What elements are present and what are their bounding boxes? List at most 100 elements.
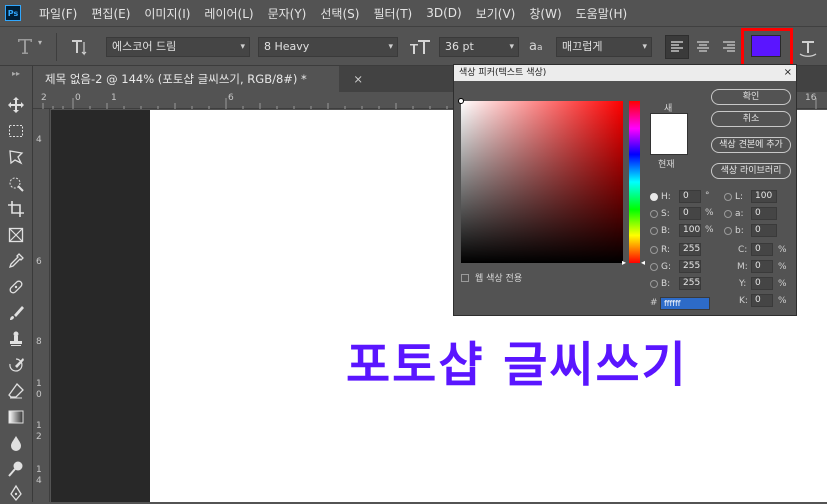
- radio-selected-icon: [650, 193, 658, 201]
- marquee-tool-icon[interactable]: [5, 120, 27, 142]
- saturation-brightness-field[interactable]: [458, 98, 623, 263]
- magenta-field[interactable]: 0: [751, 260, 773, 273]
- lasso-tool-icon[interactable]: [5, 146, 27, 168]
- align-center-icon: [697, 41, 709, 52]
- lab-l-field[interactable]: 100: [751, 190, 777, 203]
- font-style-select[interactable]: 8 Heavy ▾: [258, 37, 398, 57]
- preset-chevron-icon[interactable]: ▾: [38, 38, 42, 47]
- color-picker-title: 색상 피커(텍스트 색상): [459, 68, 547, 78]
- move-tool-icon[interactable]: [5, 94, 27, 116]
- saturation-radio[interactable]: S:: [650, 207, 670, 221]
- eyedropper-tool-icon[interactable]: [5, 250, 27, 272]
- blur-tool-icon[interactable]: [5, 432, 27, 454]
- menu-filter[interactable]: 필터(T): [373, 5, 412, 22]
- ruler-label: 0: [75, 93, 81, 103]
- hue-radio[interactable]: H:: [650, 190, 671, 204]
- checkbox-icon: [461, 273, 469, 282]
- radio-icon: [724, 227, 732, 235]
- healing-brush-tool-icon[interactable]: [5, 276, 27, 298]
- ruler-label: 2: [41, 93, 47, 103]
- red-radio[interactable]: R:: [650, 243, 670, 257]
- type-tool-preset-icon[interactable]: [14, 35, 36, 60]
- menu-3d[interactable]: 3D(D): [426, 6, 461, 20]
- align-right-button[interactable]: [718, 36, 740, 61]
- saturation-field[interactable]: 0: [679, 207, 701, 220]
- red-label: R:: [661, 245, 671, 255]
- brightness-field[interactable]: 100: [679, 224, 701, 237]
- menu-view[interactable]: 보기(V): [476, 5, 516, 22]
- panel-collapse-icon[interactable]: ▸▸: [5, 68, 27, 78]
- brush-tool-icon[interactable]: [5, 302, 27, 324]
- add-to-swatches-button[interactable]: 색상 견본에 추가: [711, 137, 791, 153]
- green-radio[interactable]: G:: [650, 260, 671, 274]
- cancel-button[interactable]: 취소: [711, 111, 791, 127]
- hue-right-arrow-icon[interactable]: ◂: [641, 258, 645, 267]
- menu-edit[interactable]: 편집(E): [91, 5, 130, 22]
- options-divider: [56, 33, 57, 61]
- warp-text-icon: [799, 41, 817, 57]
- black-field[interactable]: 0: [751, 294, 773, 307]
- lab-b-label: b:: [735, 226, 744, 236]
- hue-field[interactable]: 0: [679, 190, 701, 203]
- green-label: G:: [661, 262, 672, 272]
- color-picker-title-bar[interactable]: 색상 피커(텍스트 색상) ×: [454, 65, 796, 81]
- frame-tool-icon[interactable]: [5, 224, 27, 246]
- hex-label: #: [650, 298, 658, 308]
- yellow-field[interactable]: 0: [751, 277, 773, 290]
- ok-button[interactable]: 확인: [711, 89, 791, 105]
- hue-slider[interactable]: [629, 101, 640, 263]
- ruler-label: 4: [36, 135, 42, 145]
- warp-text-button[interactable]: [797, 37, 819, 62]
- ruler-label: 6: [228, 93, 234, 103]
- antialias-icon: aa: [529, 39, 542, 54]
- radio-icon: [650, 263, 658, 271]
- gradient-tool-icon[interactable]: [5, 406, 27, 428]
- close-icon[interactable]: ×: [353, 66, 363, 92]
- align-left-button[interactable]: [665, 35, 689, 59]
- hex-field[interactable]: ffffff: [660, 297, 710, 310]
- lab-b-field[interactable]: 0: [751, 224, 777, 237]
- align-left-icon: [671, 41, 683, 52]
- close-icon[interactable]: ×: [784, 65, 792, 81]
- menu-type[interactable]: 문자(Y): [268, 5, 307, 22]
- menu-select[interactable]: 선택(S): [320, 5, 359, 22]
- lab-a-radio[interactable]: a:: [724, 207, 744, 221]
- menu-image[interactable]: 이미지(I): [144, 5, 190, 22]
- hue-left-arrow-icon[interactable]: ▸: [622, 258, 626, 267]
- web-colors-only-checkbox[interactable]: 웹 색상 전용: [461, 271, 522, 284]
- lab-l-radio[interactable]: L:: [724, 190, 743, 204]
- current-color-label: 현재: [658, 160, 675, 170]
- cyan-field[interactable]: 0: [751, 243, 773, 256]
- pen-tool-icon[interactable]: [5, 482, 27, 504]
- crop-tool-icon[interactable]: [5, 198, 27, 220]
- history-brush-tool-icon[interactable]: [5, 354, 27, 376]
- menu-layer[interactable]: 레이어(L): [204, 5, 253, 22]
- color-libraries-button[interactable]: 색상 라이브러리: [711, 163, 791, 179]
- menu-help[interactable]: 도움말(H): [576, 5, 628, 22]
- canvas-text-layer[interactable]: 포토샵 글씨쓰기: [346, 325, 688, 395]
- percent-unit: %: [778, 245, 787, 255]
- lab-a-field[interactable]: 0: [751, 207, 777, 220]
- dodge-tool-icon[interactable]: [5, 458, 27, 480]
- antialias-icon-small-a: a: [536, 43, 543, 53]
- blue-radio[interactable]: B:: [650, 277, 670, 291]
- document-tab[interactable]: 제목 없음-2 @ 144% (포토샵 글씨쓰기, RGB/8#) * ×: [33, 66, 363, 92]
- toggle-orientation-icon[interactable]: [70, 36, 90, 61]
- align-center-button[interactable]: [692, 36, 714, 61]
- eraser-tool-icon[interactable]: [5, 380, 27, 402]
- menu-window[interactable]: 창(W): [529, 5, 561, 22]
- font-family-value: 에스코어 드림: [112, 40, 177, 53]
- font-family-select[interactable]: 에스코어 드림 ▾: [106, 37, 250, 57]
- red-field[interactable]: 255: [679, 243, 701, 256]
- brightness-radio[interactable]: B:: [650, 224, 670, 238]
- menu-bar: Ps 파일(F) 편집(E) 이미지(I) 레이어(L) 문자(Y) 선택(S)…: [0, 0, 827, 26]
- clone-stamp-tool-icon[interactable]: [5, 328, 27, 350]
- lab-a-label: a:: [735, 209, 744, 219]
- blue-field[interactable]: 255: [679, 277, 701, 290]
- antialias-select[interactable]: 매끄럽게 ▾: [556, 37, 652, 57]
- font-size-select[interactable]: 36 pt ▾: [439, 37, 519, 57]
- green-field[interactable]: 255: [679, 260, 701, 273]
- lab-b-radio[interactable]: b:: [724, 224, 744, 238]
- quick-selection-tool-icon[interactable]: [5, 172, 27, 194]
- menu-file[interactable]: 파일(F): [39, 5, 77, 22]
